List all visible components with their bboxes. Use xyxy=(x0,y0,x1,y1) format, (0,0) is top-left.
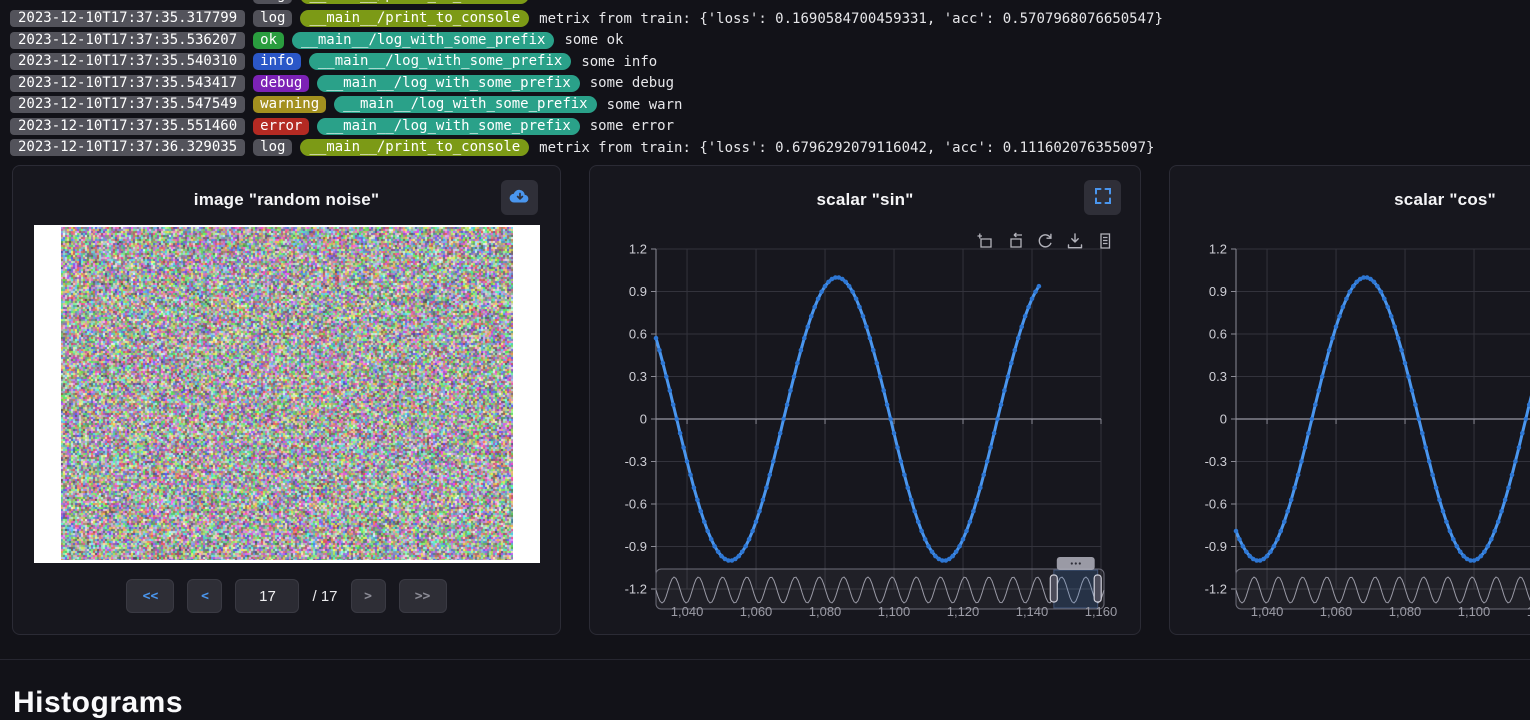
module-badge: __main__/log_with_some_prefix xyxy=(317,118,579,135)
y-tick-label: 0.6 xyxy=(629,327,647,342)
log-console: 2023-12-10T17:37:35.317799 log __main__/pr… xyxy=(10,0,1530,156)
x-tick-label: 1,080 xyxy=(1389,604,1422,619)
y-tick-label: -0.6 xyxy=(625,497,647,512)
level-badge: log xyxy=(253,0,292,4)
log-row: 2023-12-10T17:37:35.317799 log __main__/pr… xyxy=(10,10,1530,27)
image-card: image "random noise" << < / 17 > >> xyxy=(12,165,561,635)
timestamp-badge: 2023-12-10T17:37:36.329035 xyxy=(10,139,245,156)
timestamp-badge: 2023-12-10T17:37:35.543417 xyxy=(10,75,245,92)
log-message: some info xyxy=(581,54,657,70)
level-badge: ok xyxy=(253,32,284,49)
random-noise-image xyxy=(61,227,513,560)
y-tick-label: -0.6 xyxy=(1205,497,1227,512)
module-badge: __main__/log_with_some_prefix xyxy=(317,75,579,92)
level-badge: debug xyxy=(253,75,309,92)
x-tick-label: 1,120 xyxy=(947,604,980,619)
level-badge: log xyxy=(253,139,292,156)
first-page-button[interactable]: << xyxy=(126,579,174,613)
cos-chart-card: scalar "cos" 1.20.90.60.30-0.3-0.6-0.9-1… xyxy=(1169,165,1530,635)
y-tick-label: 1.2 xyxy=(1209,242,1227,257)
log-row: 2023-12-10T17:37:35.551460 error __main__/… xyxy=(10,118,1530,135)
datazoom-slider[interactable] xyxy=(1236,557,1530,609)
datazoom-handle[interactable] xyxy=(1050,575,1057,602)
y-tick-label: -0.3 xyxy=(1205,454,1227,469)
module-badge: __main__/log_with_some_prefix xyxy=(334,96,596,113)
timestamp-badge: 2023-12-10T17:37:35.536207 xyxy=(10,32,245,49)
cloud-download-button[interactable] xyxy=(501,180,538,215)
level-badge: warning xyxy=(253,96,326,113)
x-tick-label: 1,100 xyxy=(1458,604,1491,619)
module-badge: __main__/log_with_some_prefix xyxy=(292,32,554,49)
log-message: some ok xyxy=(564,32,623,48)
prev-page-button[interactable]: < xyxy=(187,579,222,613)
x-tick-label: 1,140 xyxy=(1016,604,1049,619)
level-badge: log xyxy=(253,10,292,27)
module-badge: __main__/print_to_console xyxy=(300,10,529,27)
last-page-button[interactable]: >> xyxy=(399,579,447,613)
log-row: 2023-12-10T17:37:35.536207 ok __main__/log… xyxy=(10,32,1530,49)
log-row: 2023-12-10T17:37:35.547549 warning __main_… xyxy=(10,96,1530,113)
log-row-partial: 2023-12-10T17:37:35.317799log__main__/pr… xyxy=(10,0,1530,4)
y-tick-label: 0.6 xyxy=(1209,327,1227,342)
x-tick-label: 1,040 xyxy=(671,604,704,619)
log-row: 2023-12-10T17:37:36.329035 log __main__/pr… xyxy=(10,139,1530,156)
y-tick-label: 0.9 xyxy=(1209,284,1227,299)
timestamp-badge: 2023-12-10T17:37:35.547549 xyxy=(10,96,245,113)
y-tick-label: -1.2 xyxy=(625,582,647,597)
page-total-label: / 17 xyxy=(312,588,337,605)
sin-chart-card: scalar "sin" 1.20.90.60.30-0.3-0.6-0.9-1… xyxy=(589,165,1141,635)
cloud-download-icon xyxy=(509,187,531,208)
y-tick-label: -0.3 xyxy=(625,454,647,469)
timestamp-badge: 2023-12-10T17:37:35.317799 xyxy=(10,10,245,27)
log-row: 2023-12-10T17:37:35.540310 info __main__/l… xyxy=(10,53,1530,70)
x-tick-label: 1,100 xyxy=(878,604,911,619)
x-tick-label: 1,160 xyxy=(1085,604,1118,619)
log-message: some error xyxy=(590,118,674,134)
y-tick-label: 1.2 xyxy=(629,242,647,257)
partial-section-heading: Histograms xyxy=(13,686,183,720)
y-tick-label: 0 xyxy=(640,412,647,427)
log-message: metrix from train: {'loss': 0.1690584700… xyxy=(539,11,1163,27)
y-tick-label: -0.9 xyxy=(625,539,647,554)
x-tick-label: 1,080 xyxy=(809,604,842,619)
datazoom-handle[interactable] xyxy=(1094,575,1101,602)
y-tick-label: -0.9 xyxy=(1205,539,1227,554)
next-page-button[interactable]: > xyxy=(351,579,386,613)
page-number-input[interactable] xyxy=(235,579,299,613)
datazoom-slider[interactable] xyxy=(656,557,1104,609)
datazoom-window xyxy=(1054,570,1098,608)
module-badge: __main__/log_with_some_prefix xyxy=(309,53,571,70)
x-tick-label: 1,060 xyxy=(740,604,773,619)
cos-chart-canvas[interactable]: 1.2 0.9 0.6 0.3 0 -0.3 -0.6 -0.9 -1.2 1,040 1,060 1… xyxy=(1170,166,1530,636)
log-row: 2023-12-10T17:37:35.543417 debug __main__/… xyxy=(10,75,1530,92)
timestamp-badge: 2023-12-10T17:37:35.551460 xyxy=(10,118,245,135)
y-tick-label: 0.3 xyxy=(629,369,647,384)
image-card-title: image "random noise" xyxy=(13,190,560,210)
y-tick-label: 0 xyxy=(1220,412,1227,427)
timestamp-badge: 2023-12-10T17:37:35.540310 xyxy=(10,53,245,70)
section-divider xyxy=(0,659,1530,660)
module-badge: __main__/print_to_console xyxy=(300,139,529,156)
module-badge: __main__/print_to_console xyxy=(300,0,529,4)
level-badge: error xyxy=(253,118,309,135)
y-tick-label: -1.2 xyxy=(1205,582,1227,597)
sin-chart-canvas[interactable]: 1.2 0.9 0.6 0.3 0 -0.3 -0.6 -0.9 -1.2 1,040 1,060 1… xyxy=(590,166,1142,636)
y-tick-label: 0.3 xyxy=(1209,369,1227,384)
pagination: << < / 17 > >> xyxy=(13,579,560,613)
y-tick-label: 0.9 xyxy=(629,284,647,299)
x-tick-label: 1,060 xyxy=(1320,604,1353,619)
log-message: some debug xyxy=(590,75,674,91)
level-badge: info xyxy=(253,53,301,70)
log-message: metrix from train: {'loss': 0.6796292079… xyxy=(539,140,1154,156)
log-message: some warn xyxy=(607,97,683,113)
x-tick-label: 1,040 xyxy=(1251,604,1284,619)
image-figure xyxy=(34,225,540,563)
